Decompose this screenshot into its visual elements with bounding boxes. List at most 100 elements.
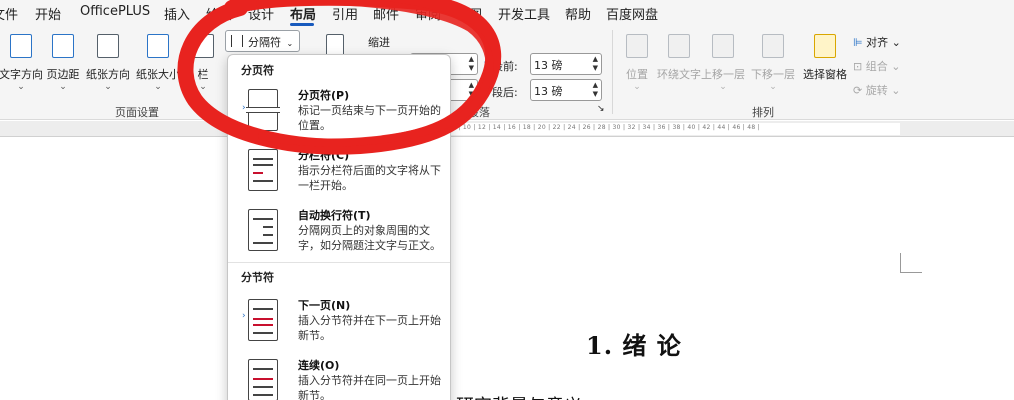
- columns-icon: [192, 34, 214, 58]
- tab-developer[interactable]: 开发工具: [498, 4, 550, 23]
- next-page-desc: 插入分节符并在下一页上开始新节。: [298, 314, 441, 342]
- chevron-down-icon: ⌄: [59, 82, 67, 92]
- align-icon: ⊫: [853, 36, 867, 49]
- tab-officeplus[interactable]: OfficePLUS: [80, 4, 150, 19]
- next-page-title: 下一页(N): [298, 299, 351, 312]
- space-after-spinner[interactable]: 13 磅 ▲ ▼: [530, 79, 602, 101]
- document-page[interactable]: 1. 绪 论 研究背景与意义: [0, 138, 1014, 400]
- continuous-desc: 插入分节符并在同一页上开始新节。: [298, 374, 441, 400]
- breaks-button[interactable]: 分隔符 ⌄: [225, 30, 300, 52]
- margins-button[interactable]: 页边距 ⌄: [38, 28, 88, 98]
- indent-title: 缩进: [368, 36, 390, 49]
- group-label: 组合: [865, 60, 888, 73]
- rotate-icon: ⟳: [853, 84, 866, 97]
- tab-view[interactable]: 视图: [456, 4, 482, 23]
- chevron-down-icon: ⌄: [286, 39, 294, 48]
- text-wrapping-break-desc: 分隔网页上的对象周围的文字，如分隔题注文字与正文。: [298, 224, 441, 252]
- page-break-item[interactable]: › 分页符(P) 标记一页结束与下一页开始的位置。: [228, 85, 450, 143]
- section-breaks-header: 分节符: [241, 271, 274, 284]
- group-button[interactable]: ⊡ 组合 ⌄: [853, 58, 900, 74]
- bring-forward-label: 上移一层: [701, 68, 745, 81]
- align-button[interactable]: ⊫ 对齐 ⌄: [853, 34, 901, 50]
- space-before-spinner[interactable]: 13 磅 ▲ ▼: [530, 53, 602, 75]
- page-break-title: 分页符(P): [298, 89, 350, 102]
- chevron-down-icon: ⌄: [154, 82, 162, 92]
- chevron-down-icon: ⌄: [104, 82, 112, 92]
- text-wrapping-break-icon: [248, 209, 278, 251]
- continuous-title: 连续(O): [298, 359, 340, 372]
- chevron-down-icon: ⌄: [719, 82, 727, 92]
- column-break-icon: [248, 149, 278, 191]
- rotate-button[interactable]: ⟳ 旋转 ⌄: [853, 82, 900, 98]
- size-icon: [147, 34, 169, 58]
- ruler-numbers: 8 | 10 | 12 | 14 | 16 | 18 | 20 | 22 | 2…: [452, 124, 761, 131]
- columns-label: 栏: [197, 68, 209, 81]
- horizontal-ruler[interactable]: 8 | 10 | 12 | 14 | 16 | 18 | 20 | 22 | 2…: [0, 121, 1014, 137]
- spinner-arrows-icon: ▲ ▼: [468, 55, 474, 72]
- document-body-text[interactable]: 研究背景与意义: [456, 392, 582, 400]
- arrange-group-label: 排列: [752, 106, 774, 119]
- tab-baidu-netdisk[interactable]: 百度网盘: [606, 4, 658, 23]
- text-wrapping-break-title: 自动换行符(T): [298, 209, 371, 222]
- size-button[interactable]: 纸张大小 ⌄: [133, 28, 183, 98]
- spinner-arrows-icon: ▲ ▼: [592, 55, 598, 72]
- menu-bar: 文件 开始 OfficePLUS 插入 绘图 设计 布局 引用 邮件 审阅 视图…: [0, 0, 1014, 26]
- next-page-item[interactable]: › 下一页(N) 插入分节符并在下一页上开始新节。: [228, 295, 450, 353]
- margins-icon: [52, 34, 74, 58]
- send-backward-label: 下移一层: [751, 68, 795, 81]
- tab-draw[interactable]: 绘图: [206, 4, 232, 23]
- page-breaks-header: 分页符: [241, 64, 274, 77]
- text-direction-icon: [10, 34, 32, 58]
- spacing-title: 距: [486, 36, 497, 49]
- selection-pane-label: 选择窗格: [803, 68, 847, 81]
- tab-references[interactable]: 引用: [332, 4, 358, 23]
- selection-pane-icon: [814, 34, 836, 58]
- tab-help[interactable]: 帮助: [565, 4, 591, 23]
- continuous-item[interactable]: 连续(O) 插入分节符并在同一页上开始新节。: [228, 355, 450, 400]
- tab-file[interactable]: 文件: [0, 4, 18, 23]
- ribbon: 文字方向 ⌄ 页边距 ⌄ 纸张方向 ⌄ 纸张大小 ⌄ 栏 ⌄ 页面设置 分隔符 …: [0, 26, 1014, 120]
- space-before-value: 13 磅: [534, 59, 563, 72]
- tab-insert[interactable]: 插入: [164, 4, 190, 23]
- send-backward-icon: [762, 34, 784, 58]
- orientation-button[interactable]: 纸张方向 ⌄: [83, 28, 133, 98]
- chevron-down-icon: ⌄: [199, 82, 207, 92]
- selection-pane-button[interactable]: 选择窗格: [800, 28, 850, 98]
- send-backward-button[interactable]: 下移一层 ⌄: [748, 28, 798, 98]
- spinner-arrows-icon: ▲ ▼: [592, 81, 598, 98]
- bring-forward-button[interactable]: 上移一层 ⌄: [698, 28, 748, 98]
- tab-home[interactable]: 开始: [35, 4, 61, 23]
- columns-button[interactable]: 栏 ⌄: [180, 28, 226, 98]
- chevron-right-icon: ›: [242, 311, 246, 321]
- line-numbers-icon: [326, 34, 344, 56]
- tab-design[interactable]: 设计: [248, 4, 274, 23]
- margins-label: 页边距: [46, 68, 80, 81]
- wrap-text-button[interactable]: 环绕文字: [654, 28, 704, 98]
- paragraph-group-label: 段落: [468, 106, 490, 119]
- paragraph-dialog-launcher-icon[interactable]: ↘: [597, 104, 605, 114]
- spinner-arrows-icon: ▲ ▼: [468, 81, 474, 98]
- tab-review[interactable]: 审阅: [415, 4, 441, 23]
- group-icon: ⊡: [853, 60, 866, 73]
- breaks-icon: [231, 35, 243, 47]
- size-label: 纸张大小: [136, 68, 180, 81]
- tab-layout[interactable]: 布局: [290, 4, 316, 23]
- margin-corner-mark: [900, 253, 922, 273]
- orientation-label: 纸张方向: [86, 68, 130, 81]
- column-break-desc: 指示分栏符后面的文字将从下一栏开始。: [298, 164, 441, 192]
- space-after-value: 13 磅: [534, 85, 563, 98]
- tab-mailings[interactable]: 邮件: [373, 4, 399, 23]
- next-page-icon: [248, 299, 278, 341]
- document-heading[interactable]: 1. 绪 论: [586, 326, 682, 361]
- page-break-icon: [246, 89, 280, 131]
- rotate-label: 旋转: [865, 84, 888, 97]
- orientation-icon: [97, 34, 119, 58]
- menu-divider: [228, 262, 450, 263]
- text-wrapping-break-item[interactable]: 自动换行符(T) 分隔网页上的对象周围的文字，如分隔题注文字与正文。: [228, 205, 450, 263]
- chevron-down-icon: ⌄: [769, 82, 777, 92]
- space-before-label: 段前:: [492, 60, 518, 73]
- space-before-icon: ⇕: [482, 58, 492, 71]
- column-break-item[interactable]: 分栏符(C) 指示分栏符后面的文字将从下一栏开始。: [228, 145, 450, 203]
- space-after-icon: ⇕: [482, 84, 492, 97]
- page-break-desc: 标记一页结束与下一页开始的位置。: [298, 104, 441, 132]
